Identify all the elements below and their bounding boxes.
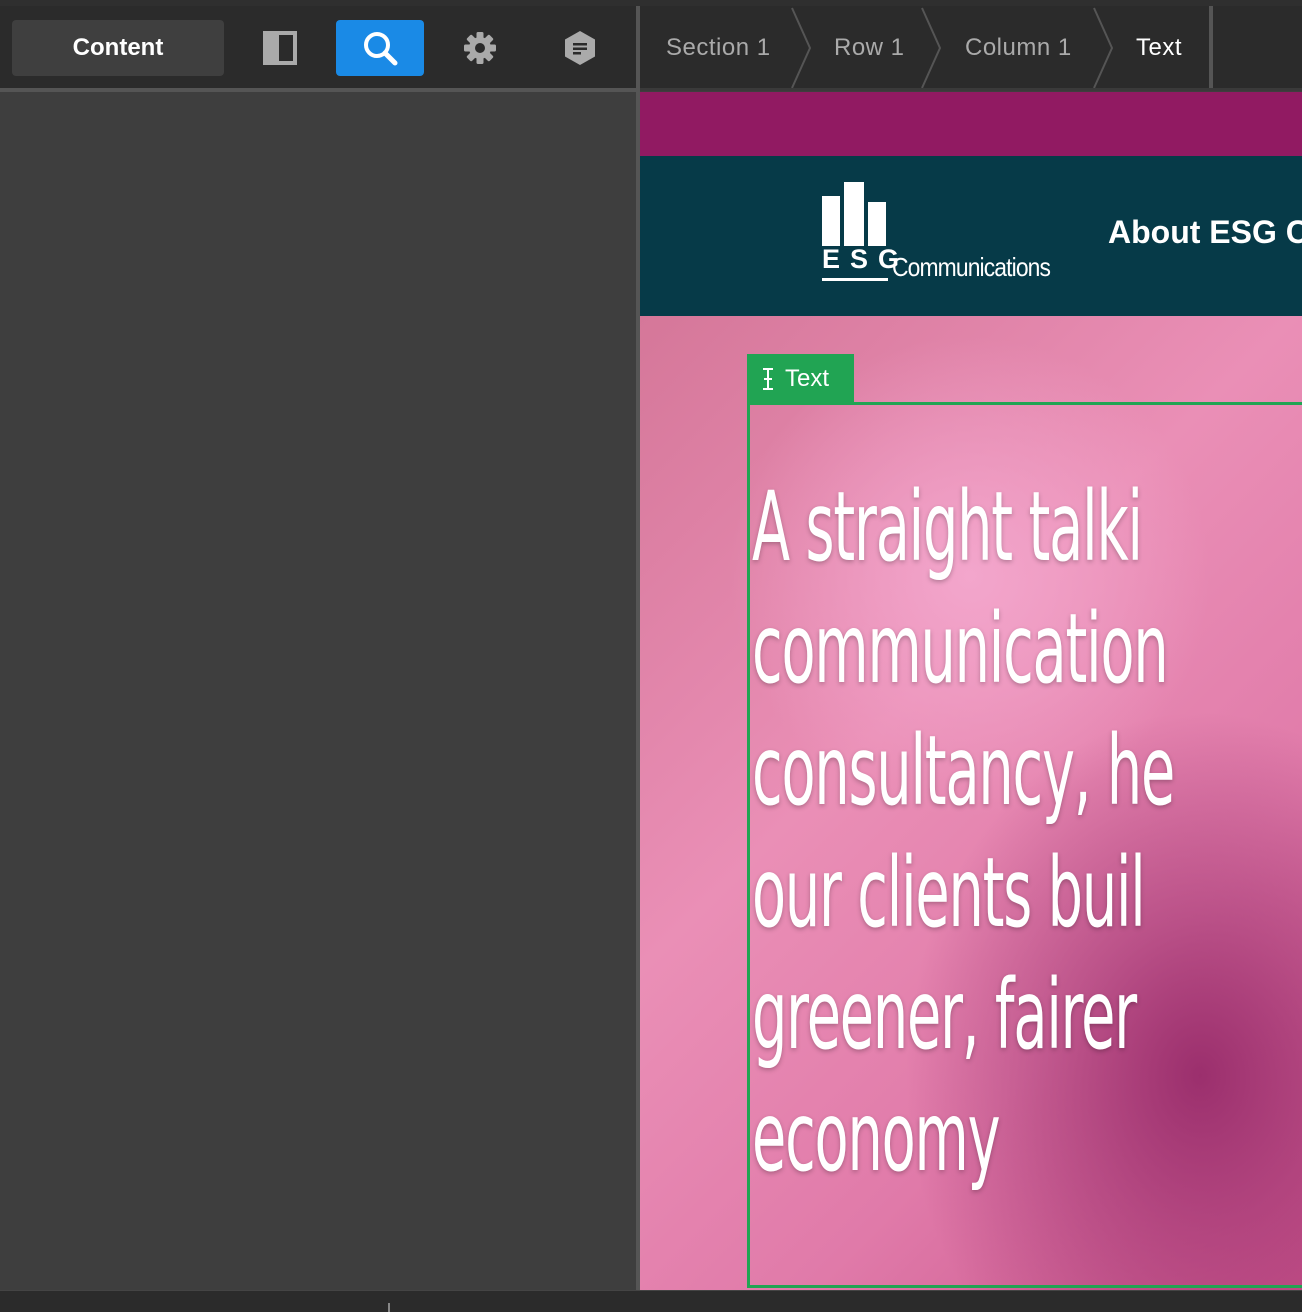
content-button[interactable]: Content — [12, 20, 224, 76]
search-icon — [364, 32, 398, 66]
breadcrumb-divider — [640, 88, 1302, 91]
hero-line: communication — [752, 593, 1169, 705]
logo-underline — [822, 278, 888, 281]
logo-bars-icon — [822, 182, 886, 246]
hero-line: A straight talki — [752, 471, 1143, 583]
breadcrumb-separator-icon — [791, 7, 812, 89]
content-panel — [0, 92, 636, 1290]
hero-section: Text A straight talki communication cons… — [640, 316, 1302, 1290]
nav-item-about[interactable]: About ESG C — [1108, 214, 1302, 251]
panel-layout-button[interactable] — [236, 20, 324, 76]
hero-line: our clients buil — [752, 837, 1146, 949]
hero-line: economy — [752, 1081, 1001, 1193]
status-bar-handle[interactable] — [388, 1303, 390, 1312]
selected-module-name: Text — [785, 365, 830, 392]
breadcrumb-separator-icon — [1093, 7, 1114, 89]
site-header: ESG Communications About ESG C — [640, 156, 1302, 316]
breadcrumb-item-section[interactable]: Section 1 — [666, 6, 771, 90]
panel-layout-icon — [263, 31, 297, 65]
notes-button[interactable] — [536, 20, 624, 76]
page-preview: ESG Communications About ESG C Text A st… — [640, 92, 1302, 1290]
gear-icon — [464, 32, 496, 64]
text-cursor-icon — [763, 368, 773, 390]
selected-module-label[interactable]: Text — [747, 354, 854, 404]
status-bar — [0, 1290, 1302, 1312]
breadcrumb-separator-icon — [921, 7, 942, 89]
logo-word: Communications — [892, 252, 1051, 282]
breadcrumb-end-divider — [1209, 6, 1213, 88]
breadcrumb: Section 1 Row 1 Column 1 Text — [640, 6, 1302, 90]
top-band — [640, 92, 1302, 156]
note-hexagon-icon — [565, 31, 595, 65]
settings-button[interactable] — [436, 20, 524, 76]
breadcrumb-item-column[interactable]: Column 1 — [965, 6, 1072, 90]
hero-line: consultancy, he — [752, 715, 1175, 827]
breadcrumb-item-text[interactable]: Text — [1136, 6, 1182, 90]
search-button[interactable] — [336, 20, 424, 76]
breadcrumb-item-row[interactable]: Row 1 — [834, 6, 905, 90]
toolbar: Content — [0, 6, 637, 90]
hero-headline[interactable]: A straight talki communication consultan… — [752, 466, 1302, 1198]
hero-line: greener, fairer — [752, 959, 1137, 1071]
